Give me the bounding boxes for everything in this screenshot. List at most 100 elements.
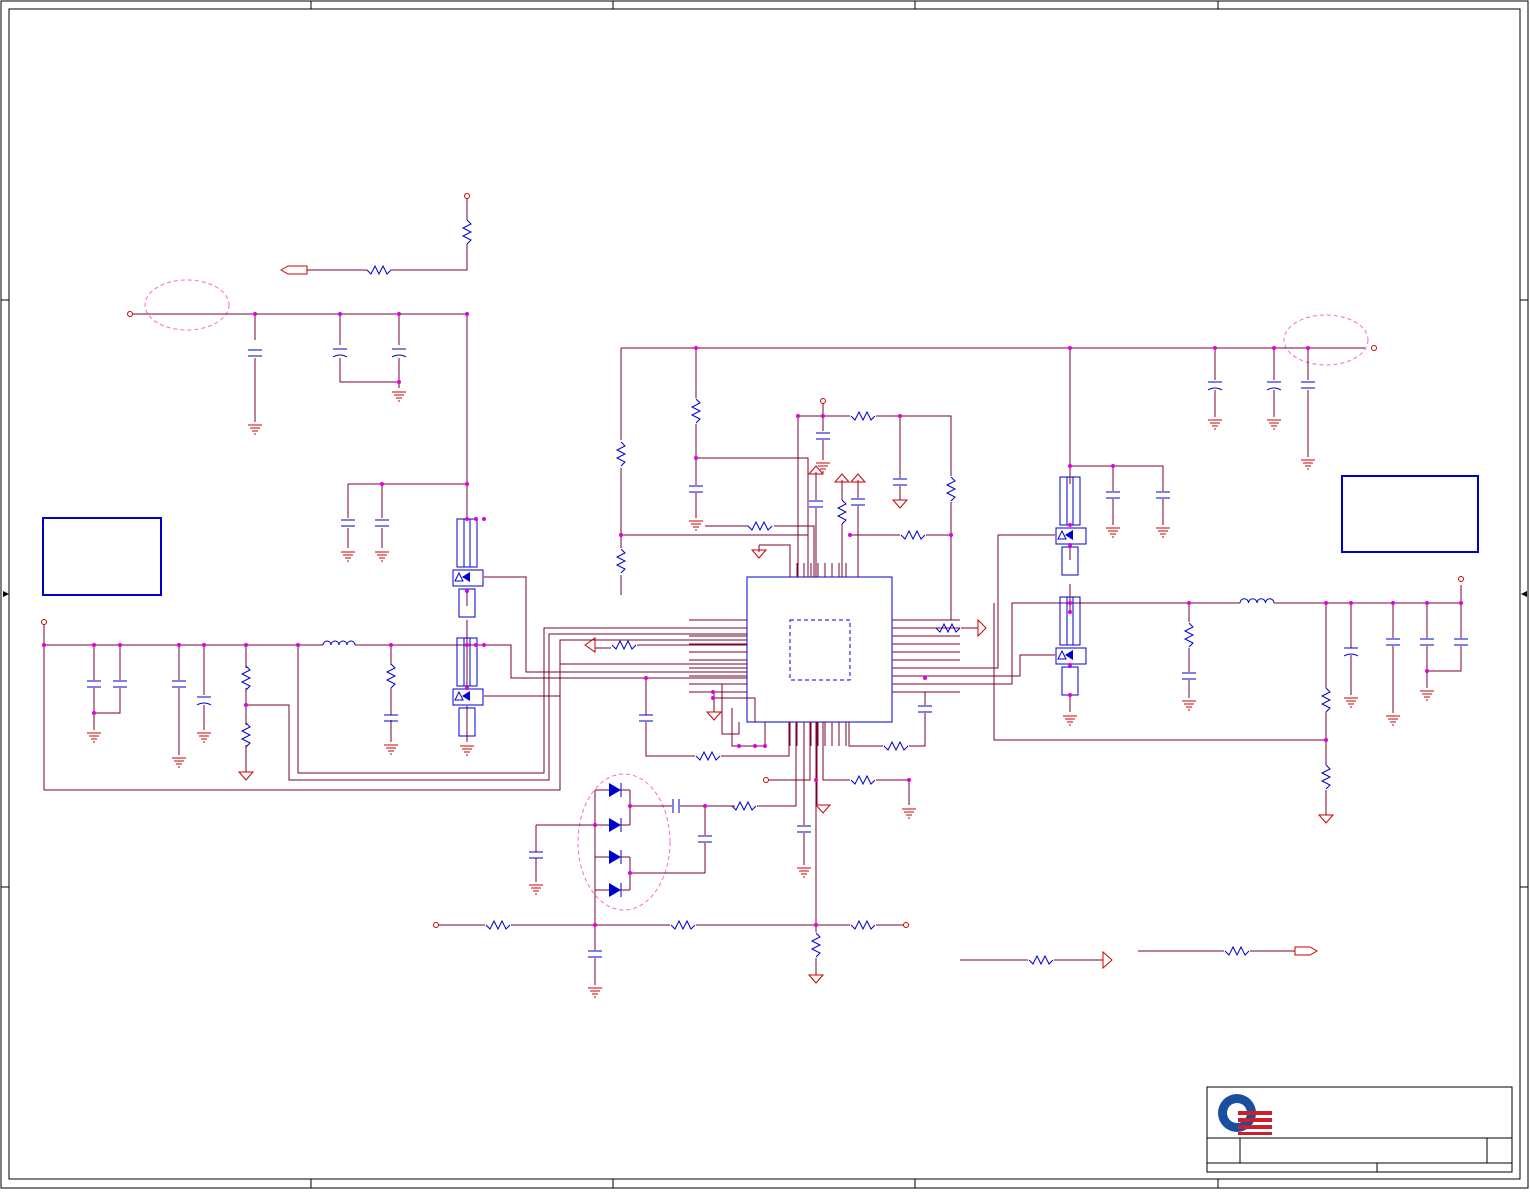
junction-dot bbox=[1068, 610, 1072, 614]
ground-icon bbox=[816, 462, 830, 473]
wire-segment bbox=[848, 722, 883, 747]
capacitor bbox=[918, 705, 932, 713]
wire-segment bbox=[721, 722, 790, 757]
junction-dot bbox=[1272, 346, 1276, 350]
capacitor bbox=[529, 851, 543, 859]
junction-dot bbox=[907, 778, 911, 782]
junction-dot bbox=[202, 643, 206, 647]
junction-dot bbox=[296, 643, 300, 647]
resistor bbox=[485, 919, 511, 931]
junction-dot bbox=[380, 482, 384, 486]
resistor bbox=[1224, 945, 1250, 957]
terminal-icon bbox=[127, 311, 133, 317]
wire-segment bbox=[892, 691, 926, 705]
junction-dot bbox=[465, 686, 469, 690]
resistor bbox=[690, 398, 702, 424]
junction-dot bbox=[465, 517, 469, 521]
junction-dot bbox=[628, 804, 632, 808]
junction-dot bbox=[1068, 464, 1072, 468]
power-arrow-down-icon bbox=[814, 804, 832, 814]
junction-dot bbox=[482, 643, 486, 647]
wire-segment bbox=[892, 534, 1055, 669]
wire-segment bbox=[766, 722, 811, 781]
ground-icon bbox=[1267, 419, 1281, 430]
ground-icon bbox=[87, 732, 101, 743]
terminal-icon bbox=[903, 922, 909, 928]
terminal-icon bbox=[763, 777, 769, 783]
wire-segment bbox=[876, 415, 952, 476]
junction-dot bbox=[593, 923, 597, 927]
resistor bbox=[810, 932, 822, 958]
wire-segment bbox=[892, 654, 1055, 677]
resistor bbox=[611, 639, 637, 651]
diode-icon bbox=[595, 883, 630, 897]
resistor bbox=[900, 529, 926, 541]
resistor bbox=[695, 750, 721, 762]
terminal-icon bbox=[1371, 345, 1377, 351]
junction-dot bbox=[397, 380, 401, 384]
port-left-icon bbox=[279, 265, 308, 275]
junction-dot bbox=[1459, 601, 1463, 605]
capacitor bbox=[248, 349, 262, 357]
capacitor bbox=[1156, 491, 1170, 499]
junction-dot bbox=[253, 312, 257, 316]
junction-dot bbox=[1068, 663, 1072, 667]
wire-segment bbox=[713, 691, 746, 712]
junction-dot bbox=[397, 312, 401, 316]
capacitor bbox=[375, 519, 389, 527]
capacitor bbox=[1266, 381, 1282, 391]
resistor bbox=[850, 919, 876, 931]
diode-icon bbox=[595, 850, 630, 864]
ground-icon bbox=[172, 757, 186, 768]
junction-dot bbox=[1068, 543, 1072, 547]
junction-dot bbox=[949, 533, 953, 537]
junction-dot bbox=[42, 643, 46, 647]
ground-icon bbox=[341, 551, 355, 562]
junction-dot bbox=[1306, 346, 1310, 350]
wire-segment bbox=[1070, 465, 1164, 491]
ground-icon bbox=[689, 520, 703, 531]
junction-dot bbox=[465, 482, 469, 486]
power-arrow-down-icon bbox=[705, 711, 723, 721]
capacitor bbox=[1343, 647, 1359, 657]
junction-dot bbox=[796, 414, 800, 418]
capacitor bbox=[698, 835, 712, 843]
ground-icon bbox=[1156, 527, 1170, 538]
resistor bbox=[385, 663, 397, 689]
capacitor bbox=[1106, 491, 1120, 499]
quanta-logo-icon bbox=[1218, 1094, 1272, 1135]
ground-icon bbox=[1386, 715, 1400, 726]
wire-segment bbox=[43, 645, 747, 791]
capacitor bbox=[809, 500, 823, 508]
wire-segment bbox=[391, 244, 468, 271]
junction-dot bbox=[644, 676, 648, 680]
ground-icon bbox=[1344, 697, 1358, 708]
junction-dot bbox=[465, 312, 469, 316]
junction-dot bbox=[482, 517, 486, 521]
resistor bbox=[1320, 687, 1332, 713]
junction-dot bbox=[474, 517, 478, 521]
junction-dot bbox=[1068, 346, 1072, 350]
wire-segment bbox=[630, 843, 706, 874]
junction-dot bbox=[465, 643, 469, 647]
resistor bbox=[240, 722, 252, 748]
wire-segment bbox=[695, 424, 809, 577]
diode-icon bbox=[595, 818, 630, 832]
resistor bbox=[1183, 622, 1195, 648]
ground-icon bbox=[1182, 700, 1196, 711]
wire-segment bbox=[94, 688, 121, 714]
wire-segment bbox=[1274, 585, 1462, 604]
resistor bbox=[461, 219, 473, 245]
capacitor bbox=[113, 680, 127, 688]
ground-icon bbox=[1420, 690, 1434, 701]
capacitor bbox=[893, 478, 907, 486]
capacitor bbox=[588, 950, 602, 958]
capacitor bbox=[672, 799, 680, 813]
terminal-icon bbox=[464, 193, 470, 199]
junction-dot bbox=[338, 312, 342, 316]
junction-dot bbox=[763, 744, 767, 748]
capacitor bbox=[797, 825, 811, 833]
resistor bbox=[731, 800, 757, 812]
wire-segment bbox=[246, 633, 747, 781]
wire-segment bbox=[731, 708, 766, 747]
